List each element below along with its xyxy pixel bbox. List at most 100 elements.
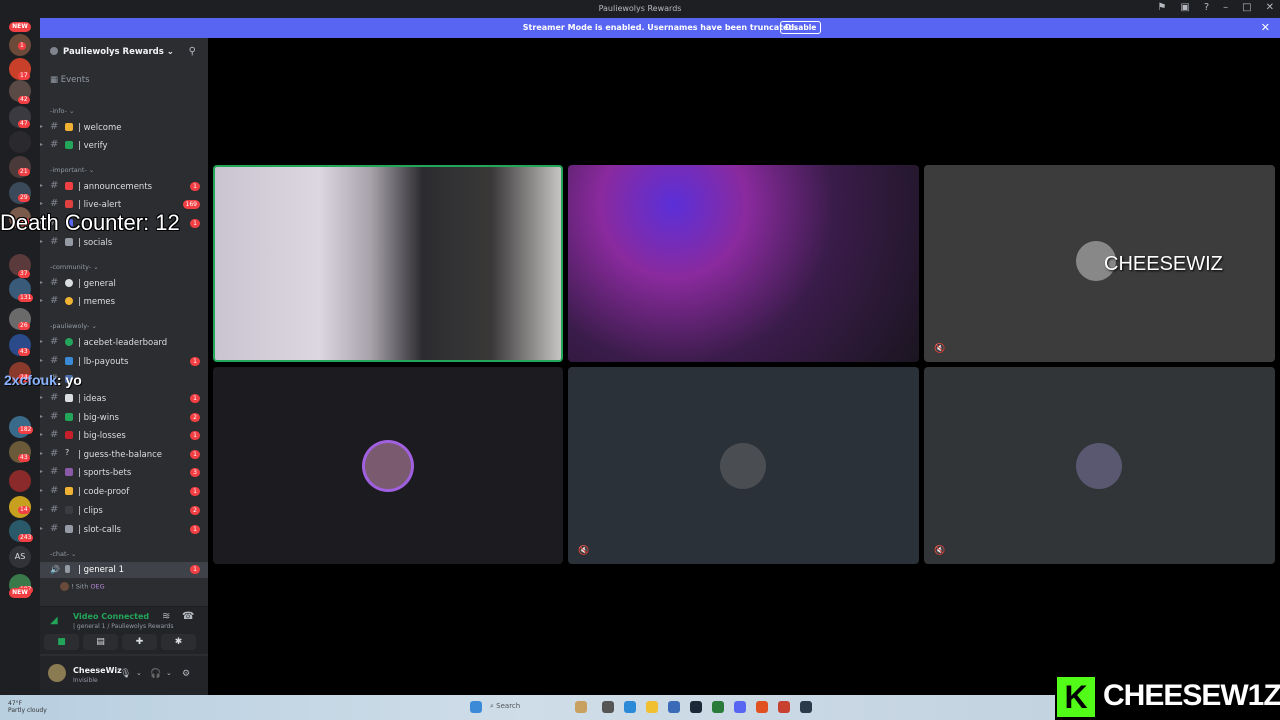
avatar bbox=[365, 443, 411, 489]
avatar bbox=[1076, 443, 1122, 489]
activities-button[interactable]: ✚ bbox=[122, 634, 157, 650]
mention-badge: 131 bbox=[18, 294, 34, 302]
channel-item[interactable]: ▸ # | slot-calls 1 bbox=[40, 522, 208, 538]
stream-chat-overlay: 2xcfouk: yo bbox=[4, 372, 82, 388]
inbox-icon[interactable]: ⚑ bbox=[1157, 2, 1166, 13]
brave-icon[interactable] bbox=[756, 701, 768, 713]
weather-widget[interactable]: 47°F Partly cloudy bbox=[8, 700, 47, 714]
gear-icon[interactable]: ⚙ bbox=[182, 669, 190, 679]
taskbar-app-icon[interactable] bbox=[575, 701, 587, 713]
screen-share-button[interactable]: ▤ bbox=[83, 634, 118, 650]
maximize-icon[interactable]: □ bbox=[1242, 2, 1251, 13]
headphones-icon[interactable]: 🎧 bbox=[150, 669, 161, 679]
channel-item[interactable]: ▸ # | announcements 1 bbox=[40, 179, 208, 195]
search-box[interactable]: ⌕ Search bbox=[490, 702, 520, 711]
title-bar-controls: ⚑ ▣ ? – □ ✕ bbox=[1157, 2, 1274, 13]
user-panel: CheeseWiz Invisible 🎙 ⌄ 🎧 ⌄ ⚙ bbox=[40, 656, 208, 695]
voice-channel-general-1[interactable]: 🔊 | general 11 bbox=[40, 562, 208, 578]
start-icon[interactable] bbox=[470, 701, 482, 713]
server-icon-as[interactable]: AS bbox=[9, 546, 31, 568]
folder-icon[interactable] bbox=[646, 701, 658, 713]
kick-logo: K bbox=[1057, 677, 1095, 717]
video-tile-2[interactable] bbox=[568, 165, 919, 362]
server-header[interactable]: Pauliewolys Rewards ⌄ ⚲ bbox=[40, 38, 208, 66]
mention-badge: 29 bbox=[18, 194, 30, 202]
channel-item[interactable]: ▸ # | welcome bbox=[40, 120, 208, 136]
edge-icon[interactable] bbox=[624, 701, 636, 713]
category-important[interactable]: -important- ⌄ bbox=[50, 166, 94, 174]
call-grid: CHEESEWIZ 🔇 🔇 🔇 bbox=[208, 38, 1280, 695]
mention-badge: 14 bbox=[18, 506, 30, 514]
streamer-mode-banner: Streamer Mode is enabled. Usernames have… bbox=[40, 18, 1280, 38]
server-icon[interactable] bbox=[9, 470, 31, 492]
steam-icon[interactable] bbox=[690, 701, 702, 713]
category-community[interactable]: -community- ⌄ bbox=[50, 263, 99, 271]
events-item[interactable]: ▦ Events bbox=[50, 75, 90, 85]
voice-user[interactable]: ! Sith OEG bbox=[60, 582, 105, 591]
channel-item[interactable]: ▸ # | sports-bets 3 bbox=[40, 465, 208, 481]
server-name: Pauliewolys Rewards ⌄ bbox=[63, 47, 174, 57]
kick-logo-overlay: K CHEESEW1Z bbox=[1055, 675, 1280, 720]
server-icon[interactable] bbox=[9, 131, 31, 153]
minimize-icon[interactable]: – bbox=[1223, 2, 1228, 13]
channel-item[interactable]: ▸ # | verify bbox=[40, 138, 208, 154]
voice-location[interactable]: | general 1 / Pauliewolys Rewards bbox=[73, 623, 173, 630]
mention-badge: 182 bbox=[18, 426, 34, 434]
muted-mic-icon: 🔇 bbox=[934, 546, 946, 556]
participant-name: CHEESEWIZ bbox=[1104, 253, 1223, 275]
mention-badge: 42 bbox=[18, 96, 30, 104]
chrome-icon[interactable] bbox=[668, 701, 680, 713]
channel-item[interactable]: ▸ # | general bbox=[40, 276, 208, 292]
category-chat[interactable]: -chat- ⌄ bbox=[50, 550, 76, 558]
channel-item[interactable]: ▸ # | memes bbox=[40, 294, 208, 310]
disconnect-icon[interactable]: ☎ bbox=[182, 611, 194, 622]
screen-icon[interactable]: ▣ bbox=[1180, 2, 1189, 13]
taskbar-app-icon[interactable] bbox=[712, 701, 724, 713]
mention-badge: 43 bbox=[18, 454, 30, 462]
camera-button[interactable]: ■ bbox=[44, 634, 79, 650]
task-view-icon[interactable] bbox=[602, 701, 614, 713]
participant-tile-5[interactable]: 🔇 bbox=[568, 367, 919, 564]
chevron-down-icon[interactable]: ⌄ bbox=[136, 669, 142, 677]
participant-tile-4[interactable] bbox=[213, 367, 563, 564]
steam-icon[interactable] bbox=[800, 701, 812, 713]
close-icon[interactable]: ✕ bbox=[1261, 21, 1270, 34]
channel-item[interactable]: ▸ # | clips 2 bbox=[40, 503, 208, 519]
banner-message: Streamer Mode is enabled. Usernames have… bbox=[522, 23, 798, 32]
video-tile-1[interactable] bbox=[213, 165, 563, 362]
category-pauliewoly[interactable]: -pauliewoly- ⌄ bbox=[50, 322, 97, 330]
kick-channel-name: CHEESEW1Z bbox=[1103, 679, 1280, 712]
close-window-icon[interactable]: ✕ bbox=[1266, 2, 1274, 13]
discord-icon[interactable] bbox=[734, 701, 746, 713]
help-icon[interactable]: ? bbox=[1204, 2, 1209, 13]
chevron-down-icon[interactable]: ⌄ bbox=[166, 669, 172, 677]
server-list: NEW 1 17 42 47 21 29 30 37 131 26 43 24 … bbox=[0, 18, 40, 695]
channel-item[interactable]: ▸ # | socials bbox=[40, 235, 208, 251]
taskbar-app-icon[interactable] bbox=[778, 701, 790, 713]
muted-mic-icon: 🔇 bbox=[578, 546, 590, 556]
voice-status: Video Connected bbox=[73, 612, 150, 621]
signal-icon[interactable]: ◢ bbox=[50, 615, 58, 626]
avatar[interactable] bbox=[48, 664, 66, 682]
channel-item[interactable]: ▸ # | ideas 1 bbox=[40, 391, 208, 407]
category-info[interactable]: -info- ⌄ bbox=[50, 107, 75, 115]
participant-tile-6[interactable]: 🔇 bbox=[924, 367, 1275, 564]
noise-suppression-icon[interactable]: ≋ bbox=[162, 611, 170, 622]
channel-item[interactable]: ▸ #? | guess-the-balance 1 bbox=[40, 447, 208, 463]
mention-badge: 47 bbox=[18, 120, 30, 128]
channel-item[interactable]: ▸ # | big-wins 2 bbox=[40, 410, 208, 426]
mention-badge: 37 bbox=[18, 270, 30, 278]
voice-action-buttons: ■ ▤ ✚ ✱ bbox=[40, 634, 208, 650]
channel-item[interactable]: ▸ # | code-proof 1 bbox=[40, 484, 208, 500]
disable-streamer-mode-button[interactable]: Disable bbox=[780, 21, 822, 34]
channel-item[interactable]: ▸ # | big-losses 1 bbox=[40, 428, 208, 444]
participant-tile-3[interactable]: CHEESEWIZ 🔇 bbox=[924, 165, 1275, 362]
soundboard-button[interactable]: ✱ bbox=[161, 634, 196, 650]
microphone-icon[interactable]: 🎙 bbox=[120, 669, 131, 679]
channel-item[interactable]: ▸ # | lb-payouts 1 bbox=[40, 354, 208, 370]
window-title: Pauliewolys Rewards bbox=[598, 4, 682, 13]
username[interactable]: CheeseWiz bbox=[73, 666, 122, 675]
muted-mic-icon: 🔇 bbox=[934, 344, 946, 354]
channel-item[interactable]: ▸ # | acebet-leaderboard bbox=[40, 335, 208, 351]
invite-icon[interactable]: ⚲ bbox=[189, 46, 196, 57]
